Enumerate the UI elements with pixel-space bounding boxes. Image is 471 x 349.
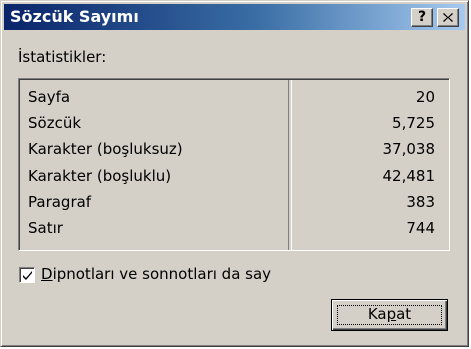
stat-value: 383 (406, 193, 435, 211)
stat-row-lines: Satır 744 (20, 219, 449, 243)
mnemonic-letter: D (41, 265, 53, 283)
label-text: ipnotları ve sonnotları da say (52, 265, 272, 283)
stat-row-pages: Sayfa 20 (20, 88, 449, 112)
close-button[interactable]: Kapat (331, 299, 448, 331)
stat-label: Karakter (boşluksuz) (28, 140, 183, 158)
include-footnotes-label[interactable]: Dipnotları ve sonnotları da say (41, 265, 271, 283)
word-count-dialog: Sözcük Sayımı ? İstatistikler: Sayfa 20 … (0, 0, 469, 347)
close-icon (443, 13, 453, 22)
help-button[interactable]: ? (411, 8, 433, 27)
stat-label: Paragraf (28, 193, 92, 211)
statistics-label: İstatistikler: (18, 48, 107, 66)
include-footnotes-checkbox[interactable] (19, 267, 35, 283)
focus-rect (337, 305, 442, 325)
stat-value: 744 (406, 219, 435, 237)
title-bar[interactable]: Sözcük Sayımı ? (4, 4, 465, 30)
stat-row-chars-no-spaces: Karakter (boşluksuz) 37,038 (20, 140, 449, 164)
close-window-button[interactable] (437, 8, 459, 27)
stat-row-paragraphs: Paragraf 383 (20, 193, 449, 217)
dialog-title: Sözcük Sayımı (10, 7, 139, 26)
stat-value: 5,725 (392, 114, 435, 132)
stat-row-chars-with-spaces: Karakter (boşluklu) 42,481 (20, 167, 449, 191)
checkmark-icon (23, 271, 32, 280)
stat-label: Karakter (boşluklu) (28, 167, 172, 185)
stat-value: 20 (415, 88, 435, 106)
stat-label: Sözcük (28, 114, 82, 132)
stat-value: 42,481 (382, 167, 436, 185)
stat-value: 37,038 (382, 140, 436, 158)
stat-label: Sayfa (28, 88, 71, 106)
statistics-table: Sayfa 20 Sözcük 5,725 Karakter (boşluksu… (18, 78, 450, 251)
stat-row-words: Sözcük 5,725 (20, 114, 449, 138)
stat-label: Satır (28, 219, 63, 237)
